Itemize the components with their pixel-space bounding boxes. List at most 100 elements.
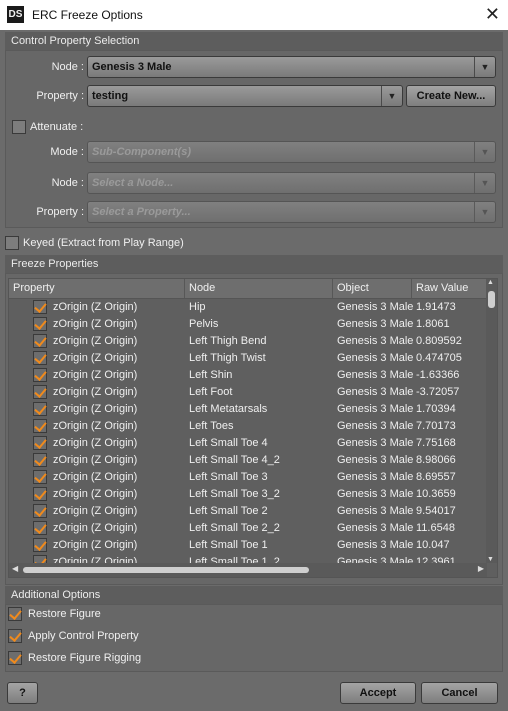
cell-raw-value: 10.047 xyxy=(416,539,450,551)
cell-object: Genesis 3 Male xyxy=(337,352,413,364)
row-checkbox[interactable] xyxy=(33,504,47,518)
scroll-down-icon[interactable]: ▼ xyxy=(487,556,494,563)
cancel-button[interactable]: Cancel xyxy=(421,682,498,704)
row-checkbox[interactable] xyxy=(33,317,47,331)
table-row[interactable]: zOrigin (Z Origin) Left Metatarsals Genesi… xyxy=(9,401,487,418)
node-label: Node : xyxy=(51,61,84,73)
cell-raw-value: 0.474705 xyxy=(416,352,462,364)
cell-property: zOrigin (Z Origin) xyxy=(53,437,138,449)
row-checkbox[interactable] xyxy=(33,334,47,348)
scroll-right-icon[interactable]: ▶ xyxy=(478,564,484,573)
table-row[interactable]: zOrigin (Z Origin) Left Small Toe 2 Genesi… xyxy=(9,503,487,520)
attenuate-property-label: Property : xyxy=(36,206,84,218)
table-row[interactable]: zOrigin (Z Origin) Left Toes Genesis 3 Mal… xyxy=(9,418,487,435)
cell-raw-value: 11.6548 xyxy=(416,522,455,534)
mode-dropdown[interactable]: Sub-Component(s) ▼ xyxy=(87,141,496,163)
chevron-down-icon: ▼ xyxy=(474,142,495,162)
column-header-node[interactable]: Node xyxy=(185,279,333,298)
cell-node: Pelvis xyxy=(189,318,219,330)
cell-property: zOrigin (Z Origin) xyxy=(53,403,138,415)
row-checkbox[interactable] xyxy=(33,436,47,450)
row-checkbox[interactable] xyxy=(33,402,47,416)
table-row[interactable]: zOrigin (Z Origin) Left Thigh Bend Genesis… xyxy=(9,333,487,350)
table-row[interactable]: zOrigin (Z Origin) Left Small Toe 4_2 Gene… xyxy=(9,452,487,469)
window-title: ERC Freeze Options xyxy=(32,8,143,22)
table-row[interactable]: zOrigin (Z Origin) Hip Genesis 3 Male 1.914… xyxy=(9,299,487,316)
row-checkbox[interactable] xyxy=(33,453,47,467)
row-checkbox[interactable] xyxy=(33,300,47,314)
help-icon: ? xyxy=(19,687,26,699)
restore-figure-rigging-checkbox[interactable] xyxy=(8,651,22,665)
horizontal-scrollbar[interactable]: ◀ ▶ xyxy=(9,563,487,577)
mode-label: Mode : xyxy=(50,146,84,158)
help-button[interactable]: ? xyxy=(7,682,38,704)
table-row[interactable]: zOrigin (Z Origin) Left Small Toe 3_2 Gene… xyxy=(9,486,487,503)
cell-property: zOrigin (Z Origin) xyxy=(53,420,138,432)
cell-raw-value: -1.63366 xyxy=(416,369,460,381)
cell-node: Left Foot xyxy=(189,386,233,398)
create-new-button[interactable]: Create New... xyxy=(406,85,496,107)
table-row[interactable]: zOrigin (Z Origin) Pelvis Genesis 3 Male 1.… xyxy=(9,316,487,333)
table-row[interactable]: zOrigin (Z Origin) Left Small Toe 2_2 Gene… xyxy=(9,520,487,537)
vertical-scroll-thumb[interactable] xyxy=(488,291,495,308)
cell-property: zOrigin (Z Origin) xyxy=(53,505,138,517)
restore-figure-checkbox[interactable] xyxy=(8,607,22,621)
node-dropdown[interactable]: Genesis 3 Male ▼ xyxy=(87,56,496,78)
cell-object: Genesis 3 Male xyxy=(337,318,413,330)
row-checkbox[interactable] xyxy=(33,419,47,433)
cell-raw-value: 1.70394 xyxy=(416,403,456,415)
attenuate-node-dropdown[interactable]: Select a Node... ▼ xyxy=(87,172,496,194)
table-row[interactable]: zOrigin (Z Origin) Left Small Toe 4 Genesi… xyxy=(9,435,487,452)
row-checkbox[interactable] xyxy=(33,385,47,399)
attenuate-property-dropdown[interactable]: Select a Property... ▼ xyxy=(87,201,496,223)
cell-node: Left Small Toe 2 xyxy=(189,505,268,517)
cell-property: zOrigin (Z Origin) xyxy=(53,488,138,500)
attenuate-node-label: Node : xyxy=(51,177,84,189)
cell-property: zOrigin (Z Origin) xyxy=(53,454,138,466)
accept-button[interactable]: Accept xyxy=(340,682,416,704)
column-header-property[interactable]: Property xyxy=(9,279,185,298)
row-checkbox[interactable] xyxy=(33,487,47,501)
cell-node: Left Shin xyxy=(189,369,233,381)
node-dropdown-value: Genesis 3 Male xyxy=(92,61,172,73)
table-row[interactable]: zOrigin (Z Origin) Left Thigh Twist Genesi… xyxy=(9,350,487,367)
table-row[interactable]: zOrigin (Z Origin) Left Foot Genesis 3 Mal… xyxy=(9,384,487,401)
scroll-left-icon[interactable]: ◀ xyxy=(12,564,18,573)
freeze-section-title: Freeze Properties xyxy=(5,255,503,273)
cell-raw-value: -3.72057 xyxy=(416,386,460,398)
property-dropdown[interactable]: testing ▼ xyxy=(87,85,403,107)
row-checkbox[interactable] xyxy=(33,351,47,365)
cell-raw-value: 7.70173 xyxy=(416,420,456,432)
row-checkbox[interactable] xyxy=(33,470,47,484)
cell-object: Genesis 3 Male xyxy=(337,403,413,415)
attenuate-checkbox[interactable] xyxy=(12,120,26,134)
additional-section-title: Additional Options xyxy=(5,586,503,604)
cell-object: Genesis 3 Male xyxy=(337,369,413,381)
cell-raw-value: 9.54017 xyxy=(416,505,456,517)
row-checkbox[interactable] xyxy=(33,368,47,382)
keyed-checkbox[interactable] xyxy=(5,236,19,250)
table-row[interactable]: zOrigin (Z Origin) Left Small Toe 1 Genesi… xyxy=(9,537,487,554)
cell-raw-value: 8.98066 xyxy=(416,454,456,466)
scroll-up-icon[interactable]: ▲ xyxy=(487,279,494,286)
freeze-properties-table: Property Node Object Raw Value zOrigin (… xyxy=(8,278,498,578)
chevron-down-icon: ▼ xyxy=(474,57,495,77)
apply-control-property-checkbox[interactable] xyxy=(8,629,22,643)
column-header-object[interactable]: Object xyxy=(333,279,412,298)
vertical-scrollbar[interactable]: ▲ ▼ xyxy=(486,279,497,563)
table-row[interactable]: zOrigin (Z Origin) Left Shin Genesis 3 Mal… xyxy=(9,367,487,384)
keyed-label: Keyed (Extract from Play Range) xyxy=(23,237,184,249)
control-section-title: Control Property Selection xyxy=(5,32,503,50)
table-row[interactable]: zOrigin (Z Origin) Left Small Toe 3 Genesi… xyxy=(9,469,487,486)
app-logo-icon: DS xyxy=(7,6,24,23)
column-header-raw-value[interactable]: Raw Value xyxy=(412,279,487,298)
row-checkbox[interactable] xyxy=(33,538,47,552)
cell-object: Genesis 3 Male xyxy=(337,454,413,466)
restore-figure-rigging-label: Restore Figure Rigging xyxy=(28,652,142,664)
mode-dropdown-value: Sub-Component(s) xyxy=(92,146,191,158)
row-checkbox[interactable] xyxy=(33,521,47,535)
cell-property: zOrigin (Z Origin) xyxy=(53,471,138,483)
horizontal-scroll-thumb[interactable] xyxy=(23,567,309,573)
cell-object: Genesis 3 Male xyxy=(337,335,413,347)
close-icon[interactable]: ✕ xyxy=(485,4,500,24)
